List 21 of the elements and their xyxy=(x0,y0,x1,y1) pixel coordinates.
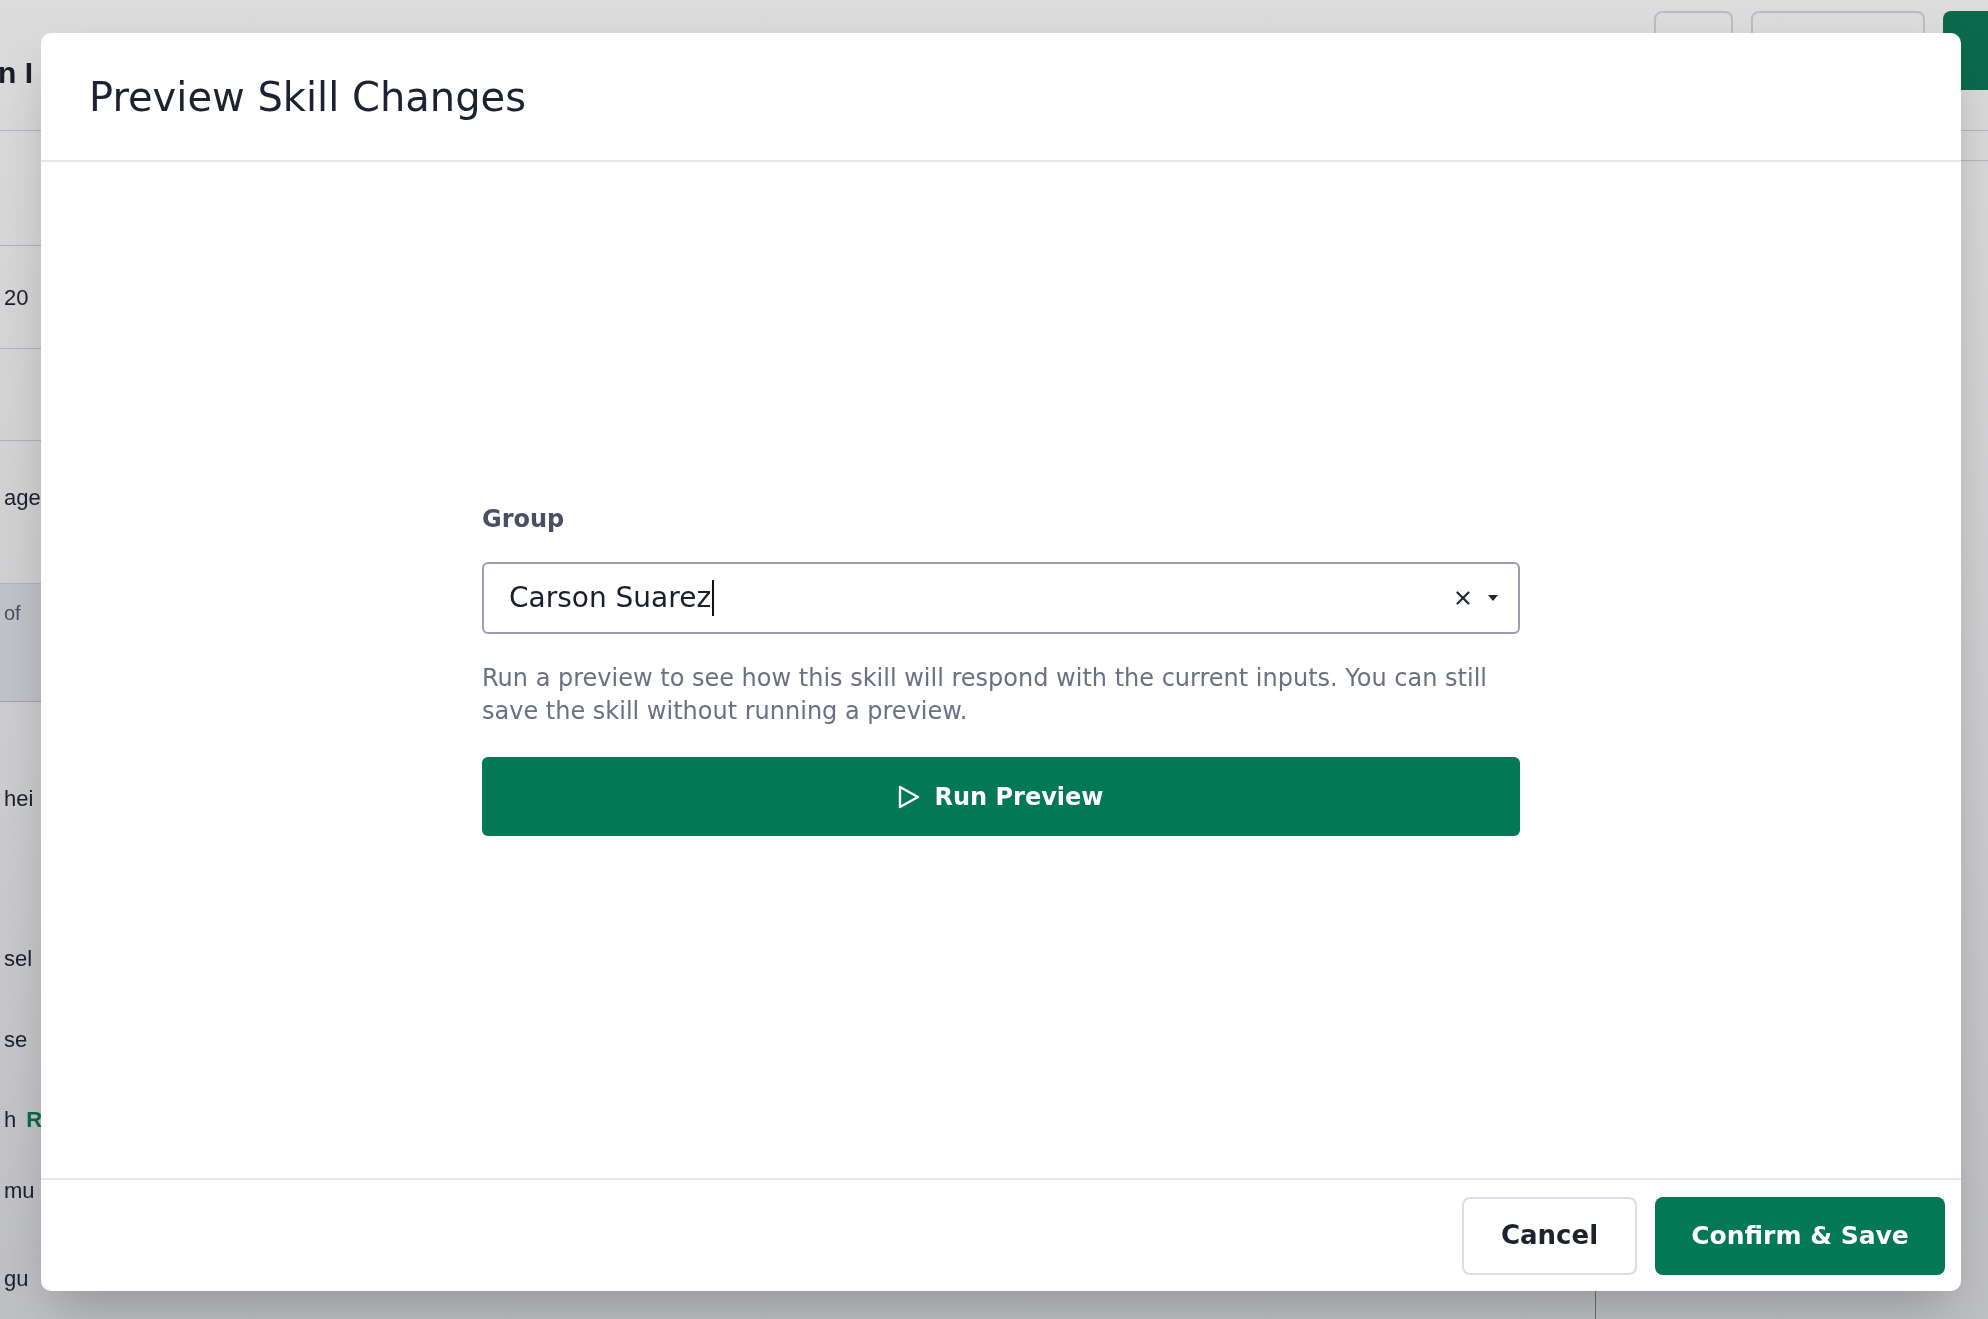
background-text: age xyxy=(3,484,41,512)
caret-down-icon[interactable] xyxy=(1488,595,1498,601)
link[interactable]: R xyxy=(26,1102,43,1136)
field-label: Group xyxy=(482,504,566,534)
help-text: Run a preview to see how this skill will respond with the current inputs. You can still save the skill without running a preview. xyxy=(482,663,1488,727)
text-cursor-icon xyxy=(712,580,715,616)
run-preview-button[interactable]: Run Preview xyxy=(482,757,1520,836)
dialog-title: Preview Skill Changes xyxy=(89,72,526,122)
background-text: 20 xyxy=(3,283,29,312)
background-text: se xyxy=(3,1025,28,1054)
background-text: of xyxy=(3,601,21,626)
page-title: n I xyxy=(0,54,33,91)
background-text: mu xyxy=(3,1176,35,1205)
group-select-field[interactable]: Carson Suarez xyxy=(482,562,1520,634)
cancel-button[interactable]: Cancel xyxy=(1462,1196,1637,1275)
background-text: gu xyxy=(3,1264,29,1293)
background-text: h xyxy=(3,1105,17,1134)
background-text: sel xyxy=(3,944,33,973)
play-icon xyxy=(898,784,921,809)
background-text: hei xyxy=(3,784,34,813)
confirm-button[interactable]: Confirm & Save xyxy=(1655,1196,1945,1275)
